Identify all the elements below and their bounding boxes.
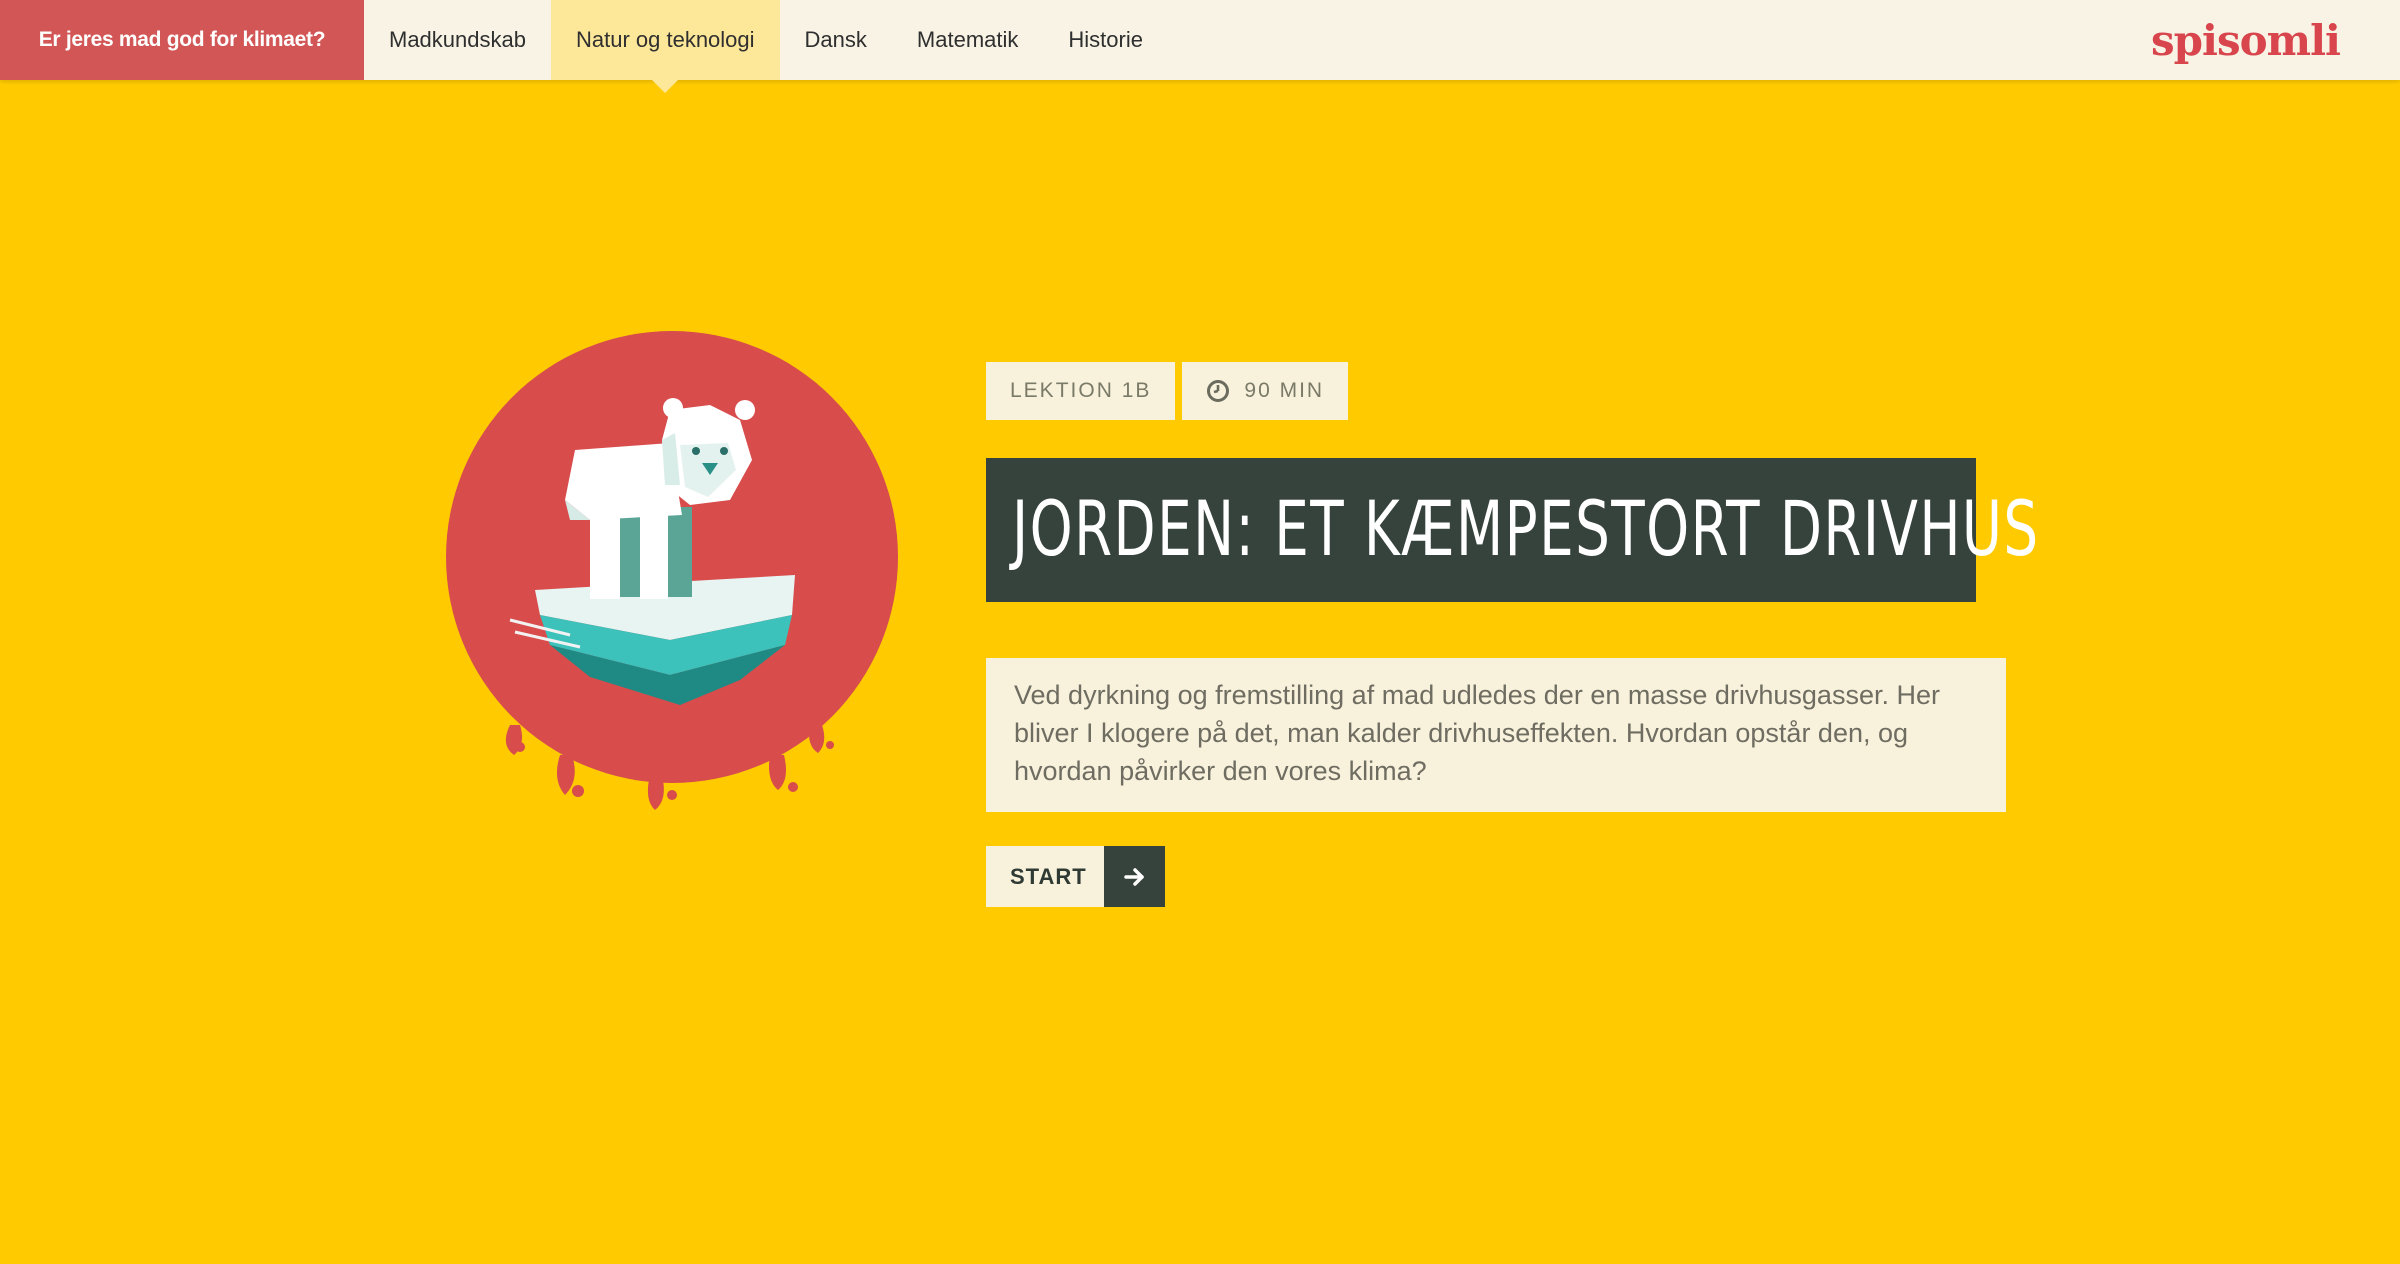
start-button[interactable]: START — [986, 846, 1165, 907]
nav-item-natur-og-teknologi[interactable]: Natur og teknologi — [550, 0, 780, 93]
nav-item-matematik[interactable]: Matematik — [892, 0, 1043, 80]
nav-item-madkundskab[interactable]: Madkundskab — [364, 0, 551, 80]
duration-tag: 90 MIN — [1182, 362, 1349, 420]
logo-text: spisomli — [2151, 15, 2341, 65]
lesson-title-box: JORDEN: ET KÆMPESTORT DRIVHUS — [986, 458, 2040, 602]
lesson-meta: LEKTION 1B 90 MIN — [986, 362, 2006, 420]
lesson-number-text: LEKTION 1B — [1010, 379, 1152, 402]
nav-item-dansk[interactable]: Dansk — [780, 0, 892, 80]
top-navigation: Er jeres mad god for klimaet? Madkundska… — [0, 0, 2400, 93]
polar-bear-on-ice-icon — [446, 331, 898, 810]
nav-item-historie[interactable]: Historie — [1043, 0, 1168, 80]
lesson-number-tag: LEKTION 1B — [986, 362, 1176, 420]
lesson-description: Ved dyrkning og fremstilling af mad udle… — [986, 658, 2006, 812]
lesson-content: LEKTION 1B 90 MIN JORDEN: ET KÆMPESTORT … — [986, 362, 2040, 907]
start-button-label: START — [986, 846, 1104, 907]
lesson-description-text: Ved dyrkning og fremstilling af mad udle… — [1014, 680, 1940, 786]
subject-nav: Madkundskab Natur og teknologi Dansk Mat… — [364, 0, 1168, 93]
polar-bear-illustration — [440, 325, 910, 815]
clock-icon — [1206, 379, 1230, 403]
spisomli-logo[interactable]: spisomli — [2151, 12, 2341, 68]
brand-tab-link[interactable]: Er jeres mad god for klimaet? — [0, 0, 364, 80]
lesson-title: JORDEN: ET KÆMPESTORT DRIVHUS — [1012, 484, 2040, 573]
duration-text: 90 MIN — [1244, 379, 1325, 402]
arrow-right-icon — [1104, 846, 1165, 907]
